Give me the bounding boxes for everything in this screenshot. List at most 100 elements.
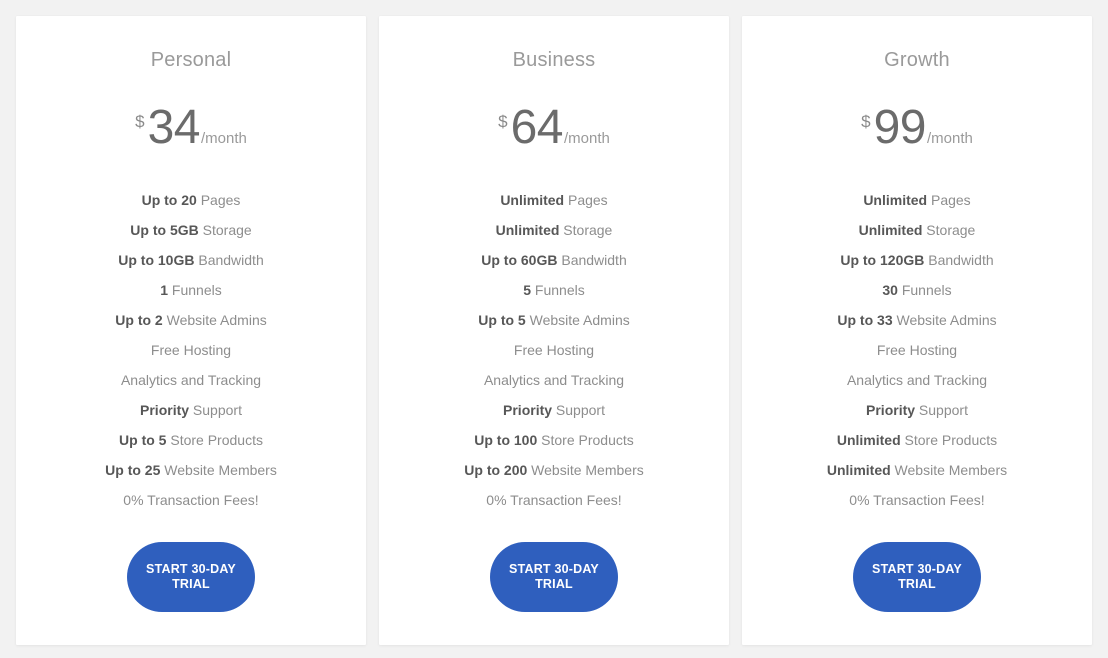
feature-item: Up to 5 Store Products: [30, 433, 352, 447]
feature-label: Website Members: [527, 462, 644, 478]
feature-item: Up to 100 Store Products: [393, 433, 715, 447]
plan-cta-wrap: START 30-DAY TRIAL: [30, 542, 352, 612]
feature-label: Funnels: [168, 282, 222, 298]
feature-label: Free Hosting: [150, 342, 232, 358]
feature-label: Pages: [196, 192, 241, 208]
feature-label: Analytics and Tracking: [120, 372, 262, 388]
start-trial-button-personal[interactable]: START 30-DAY TRIAL: [127, 542, 255, 612]
feature-highlight: 30: [882, 282, 898, 298]
price-amount: 64: [510, 101, 564, 154]
feature-item: Up to 60GB Bandwidth: [393, 253, 715, 267]
price-currency-symbol: $: [498, 112, 508, 131]
start-trial-button-business[interactable]: START 30-DAY TRIAL: [490, 542, 618, 612]
feature-label: Bandwidth: [924, 252, 994, 268]
feature-highlight: Priority: [866, 402, 916, 418]
feature-item: Up to 120GB Bandwidth: [756, 253, 1078, 267]
feature-label: Website Admins: [892, 312, 997, 328]
feature-item: 30 Funnels: [756, 283, 1078, 297]
feature-item: Up to 33 Website Admins: [756, 313, 1078, 327]
feature-item: Up to 200 Website Members: [393, 463, 715, 477]
feature-label: Storage: [198, 222, 252, 238]
feature-item: Up to 20 Pages: [30, 193, 352, 207]
feature-label: Funnels: [531, 282, 585, 298]
feature-highlight: Up to 5: [478, 312, 526, 328]
feature-item: Unlimited Storage: [756, 223, 1078, 237]
feature-highlight: Unlimited: [826, 462, 891, 478]
feature-label: Funnels: [897, 282, 952, 298]
feature-highlight: Unlimited: [863, 192, 928, 208]
feature-label: Analytics and Tracking: [846, 372, 988, 388]
feature-label: 0% Transaction Fees!: [849, 492, 985, 508]
feature-item: Priority Support: [756, 403, 1078, 417]
start-trial-button-growth[interactable]: START 30-DAY TRIAL: [853, 542, 981, 612]
feature-highlight: Up to 120GB: [840, 252, 925, 268]
feature-highlight: Up to 100: [474, 432, 538, 448]
plan-price: $ 34 /month: [135, 104, 247, 152]
feature-highlight: Up to 25: [105, 462, 161, 478]
feature-item: Unlimited Pages: [756, 193, 1078, 207]
plan-card-personal: Personal $ 34 /month Up to 20 Pages Up to…: [16, 16, 366, 645]
plan-cta-wrap: START 30-DAY TRIAL: [393, 542, 715, 612]
feature-label: Bandwidth: [194, 252, 264, 268]
feature-highlight: 1: [160, 282, 169, 298]
plan-feature-list: Up to 20 Pages Up to 5GB Storage Up to 10G…: [30, 193, 352, 507]
feature-label: 0% Transaction Fees!: [123, 492, 259, 508]
feature-highlight: Up to 33: [837, 312, 893, 328]
feature-highlight: Up to 60GB: [481, 252, 558, 268]
pricing-plans-grid: Personal $ 34 /month Up to 20 Pages Up to…: [0, 0, 1108, 658]
feature-label: Website Members: [160, 462, 277, 478]
feature-label: Bandwidth: [557, 252, 627, 268]
plan-cta-wrap: START 30-DAY TRIAL: [756, 542, 1078, 612]
feature-highlight: Up to 200: [464, 462, 528, 478]
feature-item: Unlimited Store Products: [756, 433, 1078, 447]
feature-label: Website Admins: [162, 312, 267, 328]
feature-item: Up to 5 Website Admins: [393, 313, 715, 327]
price-amount: 34: [147, 101, 201, 154]
feature-label: Website Members: [890, 462, 1008, 478]
feature-item: Unlimited Website Members: [756, 463, 1078, 477]
feature-label: Website Admins: [525, 312, 630, 328]
feature-label: Analytics and Tracking: [483, 372, 625, 388]
feature-item: 1 Funnels: [30, 283, 352, 297]
feature-label: Free Hosting: [876, 342, 958, 358]
feature-item: 0% Transaction Fees!: [756, 493, 1078, 507]
feature-label: Store Products: [537, 432, 634, 448]
feature-item: 0% Transaction Fees!: [393, 493, 715, 507]
feature-item: Up to 25 Website Members: [30, 463, 352, 477]
plan-price: $ 64 /month: [498, 104, 610, 152]
feature-item: Analytics and Tracking: [756, 373, 1078, 387]
plan-title-business: Business: [512, 49, 596, 71]
feature-item: Up to 10GB Bandwidth: [30, 253, 352, 267]
feature-label: Store Products: [900, 432, 998, 448]
plan-card-growth: Growth $ 99 /month Unlimited Pages Unlimi…: [742, 16, 1092, 645]
feature-item: Priority Support: [30, 403, 352, 417]
feature-highlight: Up to 2: [115, 312, 163, 328]
price-currency-symbol: $: [135, 112, 145, 131]
feature-item: 5 Funnels: [393, 283, 715, 297]
feature-highlight: Up to 20: [141, 192, 197, 208]
plan-card-business: Business $ 64 /month Unlimited Pages Unli…: [379, 16, 729, 645]
plan-title-personal: Personal: [150, 49, 232, 71]
price-period: /month: [201, 130, 247, 147]
feature-label: Store Products: [166, 432, 263, 448]
feature-item: Analytics and Tracking: [393, 373, 715, 387]
feature-highlight: Unlimited: [836, 432, 901, 448]
plan-price: $ 99 /month: [861, 104, 973, 152]
feature-label: Support: [915, 402, 968, 418]
feature-label: Storage: [559, 222, 613, 238]
feature-item: Up to 5GB Storage: [30, 223, 352, 237]
feature-label: Free Hosting: [513, 342, 595, 358]
feature-highlight: Unlimited: [495, 222, 560, 238]
feature-item: Unlimited Storage: [393, 223, 715, 237]
feature-label: Support: [552, 402, 605, 418]
feature-highlight: Priority: [140, 402, 190, 418]
feature-highlight: Up to 5GB: [130, 222, 199, 238]
feature-highlight: Up to 10GB: [118, 252, 195, 268]
feature-highlight: Up to 5: [119, 432, 167, 448]
feature-item: 0% Transaction Fees!: [30, 493, 352, 507]
feature-highlight: Unlimited: [858, 222, 923, 238]
feature-highlight: Unlimited: [500, 192, 565, 208]
plan-title-growth: Growth: [884, 49, 950, 71]
feature-label: Pages: [564, 192, 608, 208]
feature-label: Support: [189, 402, 242, 418]
